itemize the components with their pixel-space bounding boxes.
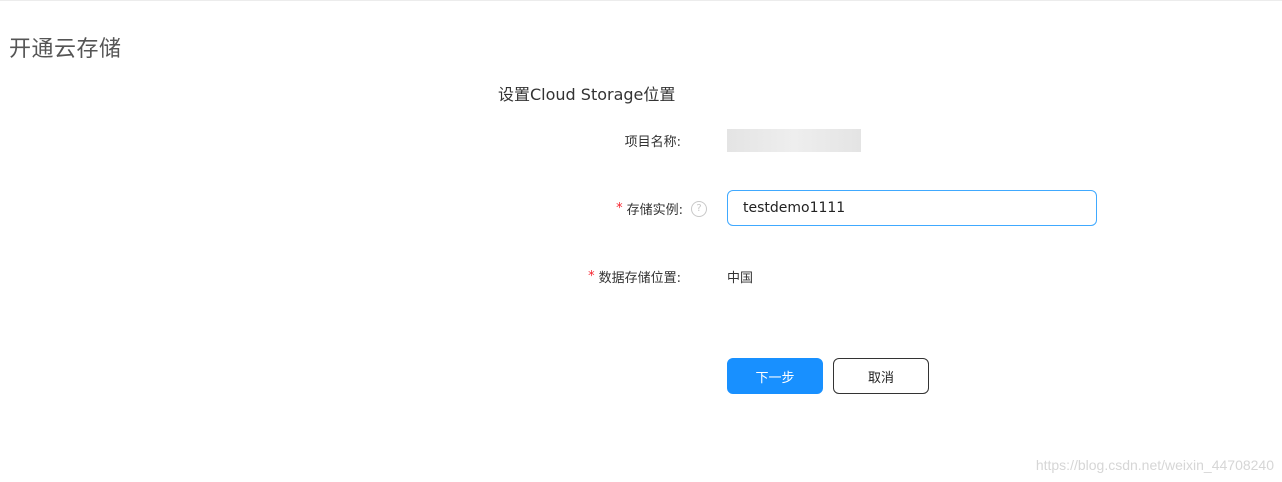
required-mark: * (616, 201, 623, 216)
project-name-value-redacted (727, 129, 861, 152)
cancel-button[interactable]: 取消 (833, 358, 929, 394)
question-circle-icon[interactable]: ? (691, 200, 707, 217)
data-location-label-row: * 数据存储位置: (588, 267, 681, 286)
storage-instance-label-row: * 存储实例: ? (616, 199, 707, 218)
next-step-button[interactable]: 下一步 (727, 358, 823, 394)
data-location-label: 数据存储位置: (598, 271, 681, 286)
required-mark: * (588, 269, 595, 284)
watermark: https://blog.csdn.net/weixin_44708240 (1035, 457, 1274, 473)
project-name-label-row: 项目名称: (625, 131, 681, 150)
page-root: 开通云存储 设置Cloud Storage位置 项目名称: * 存储实例: ? … (0, 0, 1282, 482)
page-title: 开通云存储 (9, 37, 122, 62)
storage-instance-input[interactable] (727, 190, 1097, 226)
project-name-label: 项目名称: (624, 135, 681, 150)
storage-instance-label: 存储实例: (626, 203, 683, 218)
section-title: 设置Cloud Storage位置 (498, 85, 676, 104)
data-location-value: 中国 (727, 271, 754, 286)
